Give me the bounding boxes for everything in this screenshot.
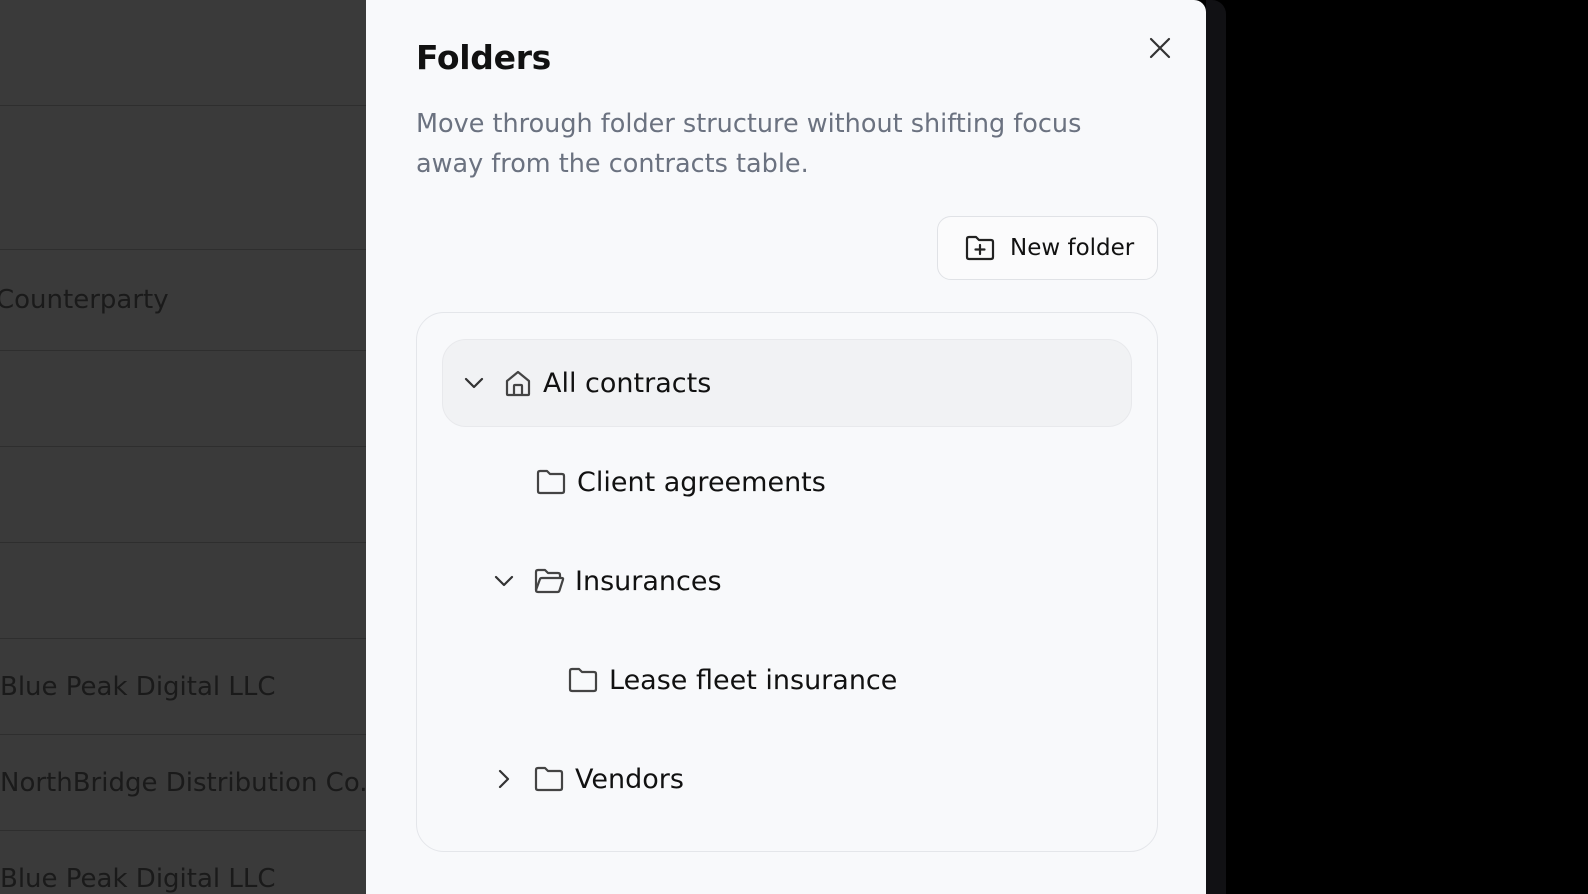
drawer-description: Move through folder structure without sh… xyxy=(416,109,1082,179)
folder-tree: All contracts Client agreements Insuranc… xyxy=(416,312,1158,852)
cell-counterparty: Blue Peak Digital LLC xyxy=(0,671,276,702)
table-row: Blue Peak Digital LLC xyxy=(0,831,366,894)
table-row xyxy=(0,0,366,106)
tree-item-label: Vendors xyxy=(575,763,684,795)
window-frame xyxy=(1206,0,1226,894)
table-row xyxy=(0,543,366,639)
new-folder-button[interactable]: New folder xyxy=(937,216,1158,280)
chevron-down-icon[interactable] xyxy=(459,368,489,398)
drawer-title: Folders xyxy=(416,38,552,77)
folder-icon xyxy=(533,765,565,793)
table-row xyxy=(0,351,366,447)
folder-plus-icon xyxy=(965,235,995,261)
chevron-right-icon[interactable] xyxy=(489,764,519,794)
tree-item-label: Insurances xyxy=(575,565,722,597)
table-header-row: Counterparty xyxy=(0,250,366,351)
tree-item-vendors[interactable]: Vendors xyxy=(489,735,684,823)
close-icon xyxy=(1149,37,1171,59)
chevron-down-icon[interactable] xyxy=(489,566,519,596)
folder-icon xyxy=(535,468,567,496)
table-row: NorthBridge Distribution Co. xyxy=(0,735,366,831)
column-header-counterparty: Counterparty xyxy=(0,285,169,315)
table-row: Blue Peak Digital LLC xyxy=(0,639,366,735)
table-row xyxy=(0,106,366,250)
folder-icon xyxy=(567,666,599,694)
tree-item-label: All contracts xyxy=(543,367,712,399)
tree-item-insurances[interactable]: Insurances xyxy=(489,537,722,625)
tree-item-label: Client agreements xyxy=(577,466,826,498)
tree-item-lease-fleet-insurance[interactable]: Lease fleet insurance xyxy=(567,636,897,724)
table-row xyxy=(0,447,366,543)
contracts-table-background: Counterparty Blue Peak Digital LLC North… xyxy=(0,0,366,894)
folder-open-icon xyxy=(533,567,565,595)
tree-item-label: Lease fleet insurance xyxy=(609,664,898,696)
tree-item-all-contracts[interactable]: All contracts xyxy=(442,339,1132,427)
new-folder-label: New folder xyxy=(1010,235,1135,261)
cell-counterparty: NorthBridge Distribution Co. xyxy=(0,767,366,798)
tree-item-client-agreements[interactable]: Client agreements xyxy=(535,438,826,526)
home-icon xyxy=(503,368,533,398)
folders-drawer: Folders Move through folder structure wi… xyxy=(366,0,1206,894)
cell-counterparty: Blue Peak Digital LLC xyxy=(0,863,276,894)
close-button[interactable] xyxy=(1144,32,1176,64)
